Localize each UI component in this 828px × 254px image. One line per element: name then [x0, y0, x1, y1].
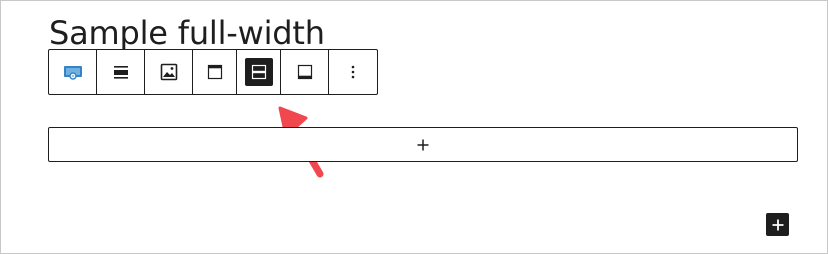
block-toolbar	[48, 49, 378, 95]
image-icon	[160, 63, 177, 81]
content-position-bottom-icon	[297, 64, 312, 80]
align-button[interactable]	[97, 50, 145, 94]
cover-block-icon	[63, 66, 82, 80]
vertical-ellipsis-icon	[351, 65, 355, 79]
content-position-bottom-button[interactable]	[281, 50, 329, 94]
more-options-button[interactable]	[329, 50, 377, 94]
align-full-icon	[113, 66, 128, 79]
block-type-button[interactable]	[49, 50, 97, 94]
block-inserter-button[interactable]	[766, 213, 789, 236]
content-position-top-icon	[207, 64, 222, 80]
cover-heading[interactable]: Sample full-width	[49, 14, 325, 52]
replace-media-button[interactable]	[145, 50, 193, 94]
plus-icon	[772, 219, 783, 230]
content-position-top-button[interactable]	[193, 50, 237, 94]
plus-icon	[417, 139, 429, 150]
content-position-center-button[interactable]	[237, 50, 281, 94]
add-block-button[interactable]	[48, 127, 798, 162]
content-position-center-icon	[251, 64, 266, 80]
